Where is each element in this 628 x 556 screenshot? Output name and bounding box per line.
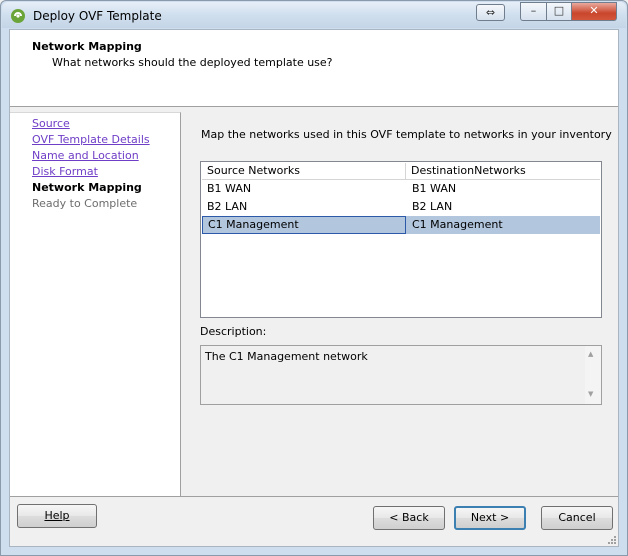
step-disk-format[interactable]: Disk Format bbox=[32, 165, 98, 178]
table-row[interactable]: B1 WAN B1 WAN bbox=[202, 180, 600, 198]
destination-network-cell[interactable]: B1 WAN bbox=[406, 180, 600, 198]
page-subtitle: What networks should the deployed templa… bbox=[52, 56, 333, 69]
window-title: Deploy OVF Template bbox=[33, 9, 162, 23]
step-ready-to-complete: Ready to Complete bbox=[32, 197, 138, 210]
table-row[interactable]: B2 LAN B2 LAN bbox=[202, 198, 600, 216]
swap-icon[interactable]: ⇔ bbox=[476, 4, 505, 21]
scroll-down-icon[interactable]: ▼ bbox=[588, 390, 593, 398]
footer-divider bbox=[10, 496, 618, 497]
dialog-client: Network Mapping What networks should the… bbox=[9, 29, 619, 547]
source-network-cell: B2 LAN bbox=[207, 200, 248, 213]
instruction-text: Map the networks used in this OVF templa… bbox=[201, 128, 612, 141]
page-title: Network Mapping bbox=[32, 40, 142, 53]
help-button-label: Help bbox=[44, 509, 70, 522]
step-source[interactable]: Source bbox=[32, 117, 70, 130]
wizard-header: Network Mapping What networks should the… bbox=[10, 30, 618, 107]
next-button-label: Next > bbox=[470, 511, 510, 524]
source-network-cell: B1 WAN bbox=[207, 182, 252, 195]
next-button[interactable]: Next > bbox=[454, 506, 526, 530]
column-header-destination[interactable]: DestinationNetworks bbox=[406, 163, 600, 180]
back-button-label: < Back bbox=[389, 511, 429, 524]
help-button[interactable]: Help bbox=[17, 504, 97, 528]
source-network-cell: C1 Management bbox=[202, 216, 406, 234]
description-text: The C1 Management network bbox=[205, 350, 368, 363]
description-scrollbar[interactable]: ▲ ▼ bbox=[585, 346, 601, 404]
wizard-steps: Source OVF Template Details Name and Loc… bbox=[10, 112, 181, 497]
minimize-button[interactable]: – bbox=[520, 2, 547, 21]
description-box[interactable]: The C1 Management network ▲ ▼ bbox=[200, 345, 602, 405]
vsphere-app-icon bbox=[11, 9, 25, 23]
destination-network-cell[interactable]: B2 LAN bbox=[406, 198, 600, 216]
cancel-button-label: Cancel bbox=[558, 511, 596, 524]
description-label: Description: bbox=[200, 325, 267, 338]
table-row-selected[interactable]: C1 Management C1 Management bbox=[202, 216, 600, 234]
destination-network-cell[interactable]: C1 Management bbox=[406, 216, 600, 234]
title-bar[interactable]: Deploy OVF Template ⇔ – □ ✕ bbox=[2, 2, 626, 28]
close-button[interactable]: ✕ bbox=[571, 2, 617, 21]
step-name-and-location[interactable]: Name and Location bbox=[32, 149, 139, 162]
resize-grip-icon[interactable] bbox=[606, 534, 616, 544]
cancel-button[interactable]: Cancel bbox=[541, 506, 613, 530]
column-header-source[interactable]: Source Networks bbox=[202, 163, 406, 180]
back-button[interactable]: < Back bbox=[373, 506, 445, 530]
maximize-button[interactable]: □ bbox=[546, 2, 572, 21]
step-network-mapping: Network Mapping bbox=[32, 181, 142, 194]
step-ovf-template-details[interactable]: OVF Template Details bbox=[32, 133, 150, 146]
scroll-up-icon[interactable]: ▲ bbox=[588, 350, 593, 358]
window: Deploy OVF Template ⇔ – □ ✕ Network Mapp… bbox=[0, 0, 628, 556]
network-mapping-table: Source Networks DestinationNetworks B1 W… bbox=[200, 161, 602, 318]
